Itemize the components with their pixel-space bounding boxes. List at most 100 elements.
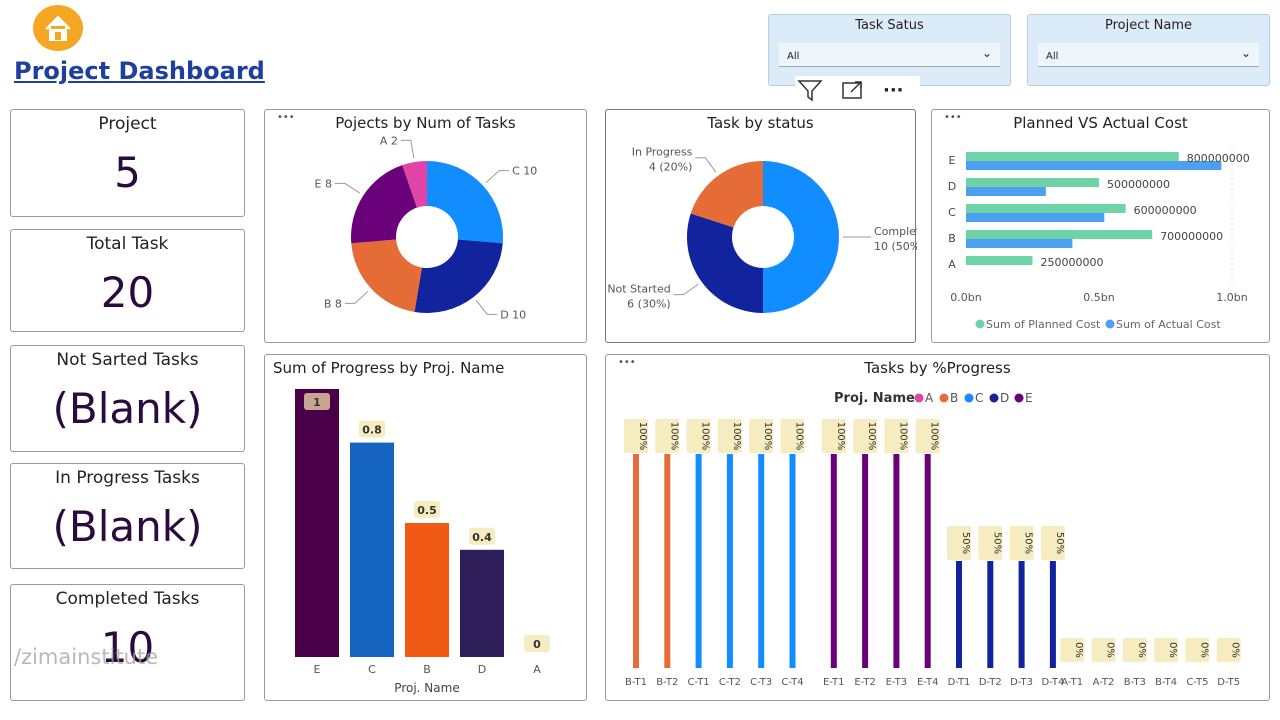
- legend-label: B: [950, 391, 958, 405]
- y-tick-label: B: [948, 232, 956, 245]
- y-tick-label: C: [948, 206, 956, 219]
- progress-by-project-card[interactable]: Sum of Progress by Proj. Name 1 E 0.8 C 0.5 B…: [264, 354, 587, 701]
- data-label: 0%: [1198, 642, 1209, 658]
- donut-slice[interactable]: [414, 239, 503, 313]
- x-tick-label: C-T4: [781, 677, 803, 688]
- data-label: 0%: [1167, 642, 1178, 658]
- data-label: 0: [533, 638, 541, 651]
- slice-label: In Progress: [632, 146, 693, 159]
- data-label: 100%: [835, 422, 846, 451]
- data-label: 0.8: [362, 424, 382, 437]
- x-tick-label: A-T2: [1093, 677, 1115, 688]
- x-tick-label: 0.5bn: [1083, 291, 1114, 304]
- x-tick-label: E: [314, 663, 321, 676]
- progress-bar[interactable]: [695, 454, 702, 668]
- progress-bar[interactable]: [862, 454, 869, 668]
- tasks-by-progress-card[interactable]: ••• Tasks by %Progress Proj. Name A B C D E 10…: [605, 354, 1270, 701]
- kpi-card: Not Sarted Tasks (Blank): [10, 345, 245, 452]
- project-name-dropdown[interactable]: All ⌄: [1038, 43, 1259, 67]
- donut-slice[interactable]: [763, 161, 839, 313]
- leader-line: [695, 157, 717, 173]
- leader-line: [334, 182, 361, 194]
- leader-line: [344, 290, 369, 304]
- progress-bar[interactable]: [987, 561, 994, 668]
- planned-cost-bar[interactable]: [966, 178, 1099, 187]
- dropdown-value: All: [1046, 51, 1059, 62]
- progress-bar[interactable]: [789, 454, 796, 668]
- progress-bar[interactable]: [758, 454, 765, 668]
- legend-marker: [989, 393, 999, 403]
- planned-cost-bar[interactable]: [966, 230, 1153, 239]
- home-button[interactable]: [33, 5, 83, 51]
- slice-label: C 10: [512, 165, 537, 178]
- x-tick-label: D-T1: [948, 677, 971, 688]
- progress-bar[interactable]: [664, 454, 671, 668]
- chevron-down-icon: ⌄: [1240, 46, 1251, 60]
- watermark: /zimainstitute: [14, 645, 159, 669]
- data-label: 100%: [668, 422, 679, 451]
- visual-toolbar: ···: [795, 76, 920, 104]
- actual-cost-bar[interactable]: [966, 213, 1105, 222]
- focus-mode-icon[interactable]: [841, 79, 865, 101]
- progress-bar[interactable]: [295, 389, 339, 657]
- actual-cost-bar[interactable]: [966, 187, 1046, 196]
- progress-bar[interactable]: [1018, 561, 1025, 668]
- page-title[interactable]: Project Dashboard: [14, 57, 265, 85]
- planned-cost-bar[interactable]: [966, 256, 1033, 265]
- planned-cost-bar[interactable]: [966, 152, 1179, 161]
- task-by-status-card[interactable]: Task by status Completed10 (50%)Not Star…: [605, 109, 917, 343]
- leader-line: [400, 139, 415, 159]
- progress-bar[interactable]: [830, 454, 837, 668]
- project-name-slicer[interactable]: Project Name All ⌄: [1027, 14, 1270, 86]
- legend-marker: [914, 393, 924, 403]
- x-tick-label: E-T3: [886, 677, 907, 688]
- data-label: 0.4: [472, 531, 492, 544]
- x-tick-label: D-T5: [1217, 677, 1240, 688]
- slice-label: D 10: [500, 308, 526, 321]
- x-tick-label: B: [423, 663, 431, 676]
- x-tick-label: B-T1: [625, 677, 647, 688]
- data-label: 50%: [960, 532, 971, 554]
- donut-slice[interactable]: [687, 213, 763, 313]
- data-label: 250000000: [1041, 256, 1104, 269]
- projects-by-tasks-card[interactable]: ••• Pojects by Num of Tasks C 10 D 10 B 8E…: [264, 109, 587, 343]
- progress-bar[interactable]: [350, 442, 394, 657]
- data-label: 800000000: [1187, 152, 1250, 165]
- legend-marker: [939, 393, 949, 403]
- data-label: 100%: [929, 422, 940, 451]
- donut-slice[interactable]: [351, 239, 422, 312]
- leader-line: [485, 170, 510, 184]
- progress-bar[interactable]: [633, 454, 639, 668]
- kpi-card: Project 5: [10, 109, 245, 217]
- actual-cost-bar[interactable]: [966, 161, 1222, 170]
- x-tick-label: A-T1: [1061, 677, 1083, 688]
- planned-cost-bar[interactable]: [966, 204, 1126, 213]
- data-label: 0%: [1230, 642, 1241, 658]
- data-label: 100%: [794, 422, 805, 451]
- x-tick-label: B-T4: [1155, 677, 1177, 688]
- task-status-dropdown[interactable]: All ⌄: [779, 43, 1000, 67]
- more-options-button[interactable]: ···: [883, 80, 904, 101]
- data-label: 50%: [991, 532, 1002, 554]
- slice-label: A 2: [380, 134, 398, 147]
- progress-bar[interactable]: [460, 549, 504, 657]
- planned-vs-actual-card[interactable]: ••• Planned VS Actual Cost 0.0bn 0.5bn 1.0…: [931, 109, 1270, 343]
- x-tick-label: E-T1: [823, 677, 844, 688]
- dropdown-value: All: [787, 51, 800, 62]
- progress-bar[interactable]: [405, 523, 449, 657]
- data-label: 1: [313, 396, 321, 409]
- x-tick-label: A: [533, 663, 541, 676]
- actual-cost-bar[interactable]: [966, 239, 1073, 248]
- progress-bar[interactable]: [893, 454, 900, 668]
- x-tick-label: C: [368, 663, 376, 676]
- filter-icon[interactable]: [797, 78, 823, 102]
- donut-slice[interactable]: [427, 161, 503, 244]
- legend-label: D: [1000, 391, 1009, 405]
- progress-bar[interactable]: [726, 454, 733, 668]
- kpi-label: Project: [98, 114, 157, 134]
- progress-bar[interactable]: [1049, 561, 1056, 668]
- progress-bar[interactable]: [924, 454, 931, 668]
- kpi-value: (Blank): [52, 502, 203, 551]
- progress-bar[interactable]: [956, 561, 962, 668]
- legend-label: A: [925, 391, 934, 405]
